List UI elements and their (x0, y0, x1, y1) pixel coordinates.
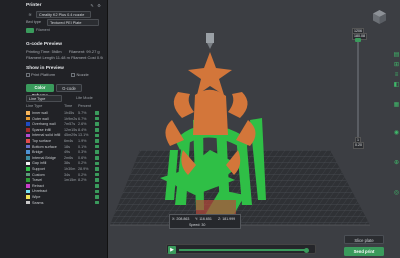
legend-color-swatch (26, 144, 30, 149)
toolbar-icon-5[interactable]: ▦ (393, 102, 400, 109)
toolbar-icon-3[interactable]: ≡ (393, 72, 400, 79)
toolbar-icon-8[interactable]: ◎ (393, 190, 400, 197)
legend-color-swatch (26, 111, 30, 115)
legend-visibility-checkbox[interactable] (95, 116, 99, 121)
legend-color-swatch (26, 122, 30, 126)
gcode-button[interactable]: G-code (56, 84, 82, 92)
legend-visibility-checkbox[interactable] (95, 122, 99, 126)
toolbar-icon-6[interactable]: ◉ (393, 130, 400, 137)
legend-color-swatch (26, 172, 30, 177)
legend-visibility-checkbox[interactable] (95, 189, 99, 194)
show-in-preview-title: Show in Preview (26, 66, 64, 71)
filament-tab[interactable]: Filament (36, 28, 50, 32)
legend-visibility-checkbox[interactable] (95, 127, 99, 132)
coord-z: Z: 181.999 (218, 217, 236, 221)
printer-select[interactable]: Creality K2 Plus 0.4 nozzle (36, 11, 91, 18)
move-slider[interactable]: ▶ (166, 244, 316, 254)
legend-visibility-checkbox[interactable] (95, 200, 99, 205)
legend-color-swatch (26, 150, 30, 154)
lite-mode-label[interactable]: Lite Mode (76, 96, 93, 100)
legend-color-swatch (26, 178, 30, 182)
print-platform-toggle[interactable]: Print Platform Nozzle (26, 72, 103, 79)
legend-visibility-checkbox[interactable] (95, 111, 99, 115)
edit-icon[interactable]: ✎ (90, 4, 94, 8)
send-print-button[interactable]: Send print (344, 247, 384, 256)
legend-row[interactable]: Seams (26, 200, 106, 206)
left-settings-panel: Printer ✎ ⚙ Creality K2 Plus 0.4 nozzle … (0, 0, 108, 258)
legend-color-swatch (26, 161, 30, 166)
toolbar-icon-1[interactable]: ▤ (393, 52, 400, 59)
legend-color-swatch (26, 167, 30, 171)
legend-visibility-checkbox[interactable] (95, 178, 99, 182)
legend-color-swatch (26, 139, 30, 143)
print-platform-label: Print Platform (31, 72, 56, 77)
legend-color-swatch (26, 133, 30, 138)
nozzle-icon (206, 33, 214, 49)
wifi-icon: ≋ (28, 11, 32, 17)
legend-visibility-checkbox[interactable] (95, 133, 99, 138)
layer-slider-bottom-height: 0.20 (353, 142, 364, 149)
legend-visibility-checkbox[interactable] (95, 167, 99, 171)
model-base (196, 200, 236, 214)
play-icon[interactable]: ▶ (168, 246, 176, 254)
legend-visibility-checkbox[interactable] (95, 144, 99, 149)
move-slider-handle[interactable] (304, 247, 309, 253)
coord-x: X: 208.863 (172, 217, 190, 221)
legend-visibility-checkbox[interactable] (95, 150, 99, 154)
view-cube-icon[interactable] (372, 9, 387, 25)
speed-value: Speed: 30 (189, 223, 206, 227)
print-platform-checkbox[interactable] (26, 73, 30, 77)
legend-color-swatch (26, 189, 30, 194)
legend-color-swatch (26, 183, 30, 188)
legend-color-swatch (26, 155, 30, 160)
nozzle-checkbox[interactable] (71, 73, 75, 77)
printing-time-value: 5h8m (51, 49, 62, 54)
line-type-dropdown-label: Line Type (29, 97, 46, 101)
legend-visibility-checkbox[interactable] (95, 155, 99, 160)
printing-time-label: Printing Time: (26, 49, 51, 54)
filament-length-text: Filament Length 11.48 m Filament Cost 0.… (26, 55, 103, 60)
legend-color-swatch (26, 127, 30, 132)
move-slider-track[interactable] (179, 249, 305, 251)
legend-visibility-checkbox[interactable] (95, 195, 99, 199)
slice-plate-button[interactable]: Slice plate (344, 235, 384, 244)
toolbar-icon-2[interactable]: ⊞ (393, 62, 400, 69)
settings-icon[interactable]: ⚙ (97, 4, 101, 8)
legend-color-swatch (26, 116, 30, 121)
toolbar-icon-7[interactable]: ⊕ (393, 160, 400, 167)
legend-visibility-checkbox[interactable] (95, 183, 99, 188)
printer-section-title: Printer (26, 3, 42, 8)
gcode-preview-title: G-code Preview (26, 42, 62, 47)
bed-type-select[interactable]: Textured PEI Plate (47, 19, 99, 26)
legend-color-swatch (26, 195, 30, 199)
color-scheme-button[interactable]: Color Scheme (26, 84, 54, 98)
legend-header-percent: Percent (78, 104, 92, 108)
filament-value: 99.27 g (86, 49, 100, 54)
legend-visibility-checkbox[interactable] (95, 161, 99, 166)
legend-header-type: Line Type (26, 104, 43, 108)
position-info-box: X: 208.863 Y: 116.651 Z: 181.999 Speed: … (169, 214, 241, 229)
legend-color-swatch (26, 200, 30, 205)
filament-color-swatch[interactable] (26, 28, 34, 33)
coord-y: Y: 116.651 (195, 217, 212, 221)
layer-slider-top-handle[interactable] (355, 38, 361, 42)
toolbar-icon-4[interactable]: ◧ (393, 82, 400, 89)
nozzle-label: Nozzle (76, 72, 89, 77)
app-window: ⚘ Printer ✎ ⚙ Creality K2 Plus 0.4 nozzl… (0, 0, 400, 258)
legend-visibility-checkbox[interactable] (95, 139, 99, 143)
line-type-dropdown[interactable]: Line Type (26, 95, 62, 102)
legend-header-time: Time (64, 104, 73, 108)
legend-line-type: Seams (32, 200, 44, 205)
legend-visibility-checkbox[interactable] (95, 172, 99, 177)
layer-slider-track[interactable] (357, 40, 359, 140)
filament-label: Filament: (68, 49, 86, 54)
